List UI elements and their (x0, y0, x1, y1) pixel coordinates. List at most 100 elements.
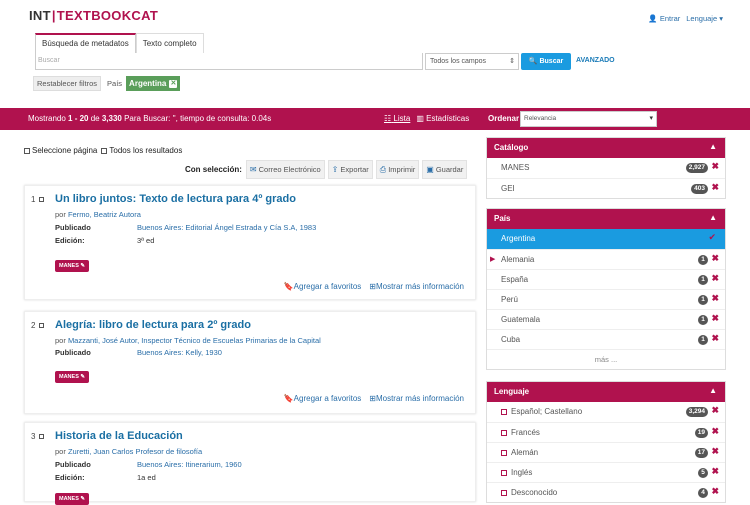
facet-count: 3,294 (685, 407, 708, 417)
exclude-icon[interactable]: ✖ (711, 161, 719, 172)
result-checkbox[interactable] (38, 323, 44, 329)
facet-more-link[interactable]: más ... (487, 349, 725, 369)
result-title[interactable]: Alegría: libro de lectura para 2º grado (55, 319, 251, 331)
facet-item[interactable]: Desconocido 4 ✖ (487, 482, 725, 502)
meta-value[interactable]: Buenos Aires: Itinerarium, 1960 (137, 460, 242, 469)
facet-checkbox[interactable] (501, 450, 507, 456)
search-tabs: Búsqueda de metadatos Texto completo (35, 33, 204, 53)
advanced-search-link[interactable]: AVANZADO (576, 57, 615, 64)
save-button[interactable]: ▣ Guardar (422, 160, 468, 179)
facet-header[interactable]: Catálogo ▲ (487, 138, 725, 158)
chart-icon: ▥ (416, 114, 424, 123)
exclude-icon[interactable]: ✖ (711, 253, 719, 264)
facet-item[interactable]: Cuba 1 ✖ (487, 329, 725, 349)
facet-item[interactable]: Alemán 17 ✖ (487, 442, 725, 462)
login-link[interactable]: 👤 Entrar (648, 14, 680, 23)
email-button[interactable]: ✉ Correo Electrónico (245, 160, 325, 179)
exclude-icon[interactable]: ✖ (711, 333, 719, 344)
exclude-icon[interactable]: ✖ (711, 405, 719, 416)
result-meta-row: Publicado Buenos Aires: Editorial Ángel E… (55, 223, 316, 232)
active-filters: Restablecer filtros País Argentina ✕ (33, 76, 181, 91)
search-field-select[interactable]: Todos los campos ⇕ (425, 53, 519, 70)
facet-item[interactable]: MANES 2,927 ✖ (487, 158, 725, 178)
facet-item-selected[interactable]: Argentina ✔ (487, 229, 725, 249)
exclude-icon[interactable]: ✖ (711, 466, 719, 477)
language-dropdown[interactable]: Lenguaje ▾ (686, 14, 723, 23)
result-number: 2 (31, 321, 44, 330)
result-author[interactable]: Zuretti, Juan Carlos Profesor de filosof… (68, 447, 202, 456)
reset-filters-button[interactable]: Restablecer filtros (33, 76, 102, 91)
email-icon: ✉ (249, 164, 257, 174)
exclude-icon[interactable]: ✖ (711, 313, 719, 324)
language-label: Lenguaje (686, 14, 718, 23)
facet-language: Lenguaje ▲ Español; Castellano 3,294 ✖ Fran… (486, 381, 726, 503)
export-button[interactable]: ⇪ Exportar (327, 160, 373, 179)
filter-chip-argentina[interactable]: Argentina ✕ (126, 76, 181, 91)
exclude-icon[interactable]: ✖ (711, 486, 719, 497)
result-author[interactable]: Mazzanti, José Autor, Inspector Técnico … (68, 336, 321, 345)
facet-item[interactable]: ▶ Alemania 1 ✖ (487, 249, 725, 269)
meta-value[interactable]: Buenos Aires: Editorial Ángel Estrada y … (137, 223, 316, 232)
result-author-line: por Mazzanti, José Autor, Inspector Técn… (55, 336, 321, 345)
view-switcher: ☷ Lista ▥ Estadísticas (384, 114, 469, 123)
view-stats-link[interactable]: ▥ Estadísticas (416, 114, 469, 123)
result-author[interactable]: Fermo, Beatriz Autora (68, 210, 141, 219)
exclude-icon[interactable]: ✖ (711, 182, 719, 193)
exclude-icon[interactable]: ✖ (711, 273, 719, 284)
tab-metadata-search[interactable]: Búsqueda de metadatos (35, 33, 136, 53)
facet-checkbox[interactable] (501, 409, 507, 415)
facet-header[interactable]: País ▲ (487, 209, 725, 229)
caret-updown-icon: ⇕ (509, 58, 515, 65)
result-meta-row: Publicado Buenos Aires: Kelly, 1930 (55, 348, 222, 357)
email-label: Correo Electrónico (258, 164, 321, 174)
result-checkbox[interactable] (38, 434, 44, 440)
caret-right-icon: ▶ (490, 256, 496, 263)
facet-checkbox[interactable] (501, 430, 507, 436)
facet-item[interactable]: GEI 403 ✖ (487, 178, 725, 198)
facet-header[interactable]: Lenguaje ▲ (487, 382, 725, 402)
meta-key: Edición: (55, 473, 85, 482)
result-title[interactable]: Un libro juntos: Texto de lectura para 4… (55, 193, 296, 205)
search-button[interactable]: 🔍 Buscar (521, 53, 571, 70)
facet-checkbox[interactable] (501, 490, 507, 496)
add-favorite-link[interactable]: 🔖Agregar a favoritos (284, 282, 362, 291)
print-button[interactable]: ⎙ Imprimir (375, 160, 420, 179)
close-icon[interactable]: ✕ (169, 79, 178, 88)
facet-item-label: MANES (501, 163, 530, 172)
facet-item[interactable]: Español; Castellano 3,294 ✖ (487, 402, 725, 422)
selection-controls: Seleccione página Todos los resultados (24, 146, 182, 155)
select-all-checkbox[interactable] (101, 147, 108, 154)
meta-key: Publicado (55, 460, 91, 469)
search-input[interactable]: Buscar (35, 53, 423, 70)
view-list-link[interactable]: ☷ Lista (384, 114, 410, 123)
view-list-label: Lista (393, 114, 411, 123)
site-logo[interactable]: INT|TEXTBOOKCAT (29, 8, 158, 23)
facet-checkbox[interactable] (501, 470, 507, 476)
facet-item[interactable]: Inglés 5 ✖ (487, 462, 725, 482)
tab-full-text[interactable]: Texto completo (135, 33, 204, 53)
filter-chip-label: Argentina (129, 79, 167, 88)
exclude-icon[interactable]: ✖ (711, 446, 719, 457)
facet-item[interactable]: Perú 1 ✖ (487, 289, 725, 309)
more-info-link[interactable]: ⊞Mostrar más información (369, 282, 464, 291)
result-number: 3 (31, 432, 44, 441)
search-field-value: Todos los campos (430, 58, 487, 65)
facet-item-label: Español; Castellano (511, 407, 583, 416)
select-page-checkbox[interactable] (24, 147, 30, 154)
author-prefix: por (55, 447, 66, 456)
exclude-icon[interactable]: ✖ (711, 293, 719, 304)
facet-item-label: GEI (501, 184, 515, 193)
result-title[interactable]: Historia de la Educación (55, 430, 183, 442)
add-favorite-link[interactable]: 🔖Agregar a favoritos (284, 394, 362, 403)
facet-item[interactable]: Francés 19 ✖ (487, 422, 725, 442)
order-select[interactable]: Relevancia ▾ (520, 111, 657, 127)
meta-value[interactable]: Buenos Aires: Kelly, 1930 (137, 348, 222, 357)
exclude-icon[interactable]: ✖ (711, 426, 719, 437)
facet-item-label: Cuba (501, 335, 521, 344)
facet-item[interactable]: Guatemala 1 ✖ (487, 309, 725, 329)
facet-count: 403 (691, 184, 708, 194)
more-info-link[interactable]: ⊞Mostrar más información (369, 394, 464, 403)
result-checkbox[interactable] (38, 197, 44, 203)
facet-item-label: Desconocido (511, 488, 558, 497)
facet-item[interactable]: España 1 ✖ (487, 269, 725, 289)
